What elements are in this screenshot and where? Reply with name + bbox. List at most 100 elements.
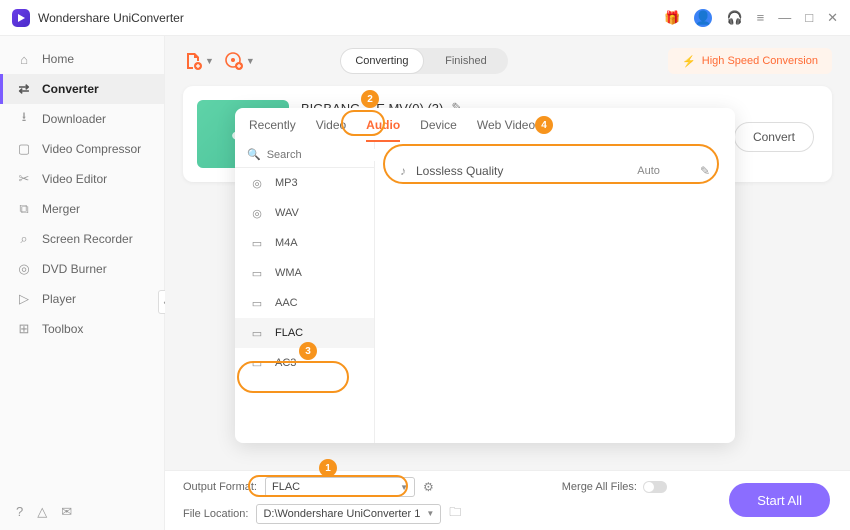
format-list-column: 🔍 ◎MP3 ◎WAV ▭M4A ▭WMA ▭AAC ▭FLAC ▭AC3	[235, 142, 375, 443]
status-segment: Converting Finished	[340, 48, 508, 74]
tab-device[interactable]: Device	[420, 118, 457, 142]
hsc-label: High Speed Conversion	[702, 55, 818, 67]
titlebar: Wondershare UniConverter 🎁 👤 🎧 ≡ — □ ✕	[0, 0, 850, 36]
sidebar-item-merger[interactable]: ⧉ Merger	[0, 194, 164, 224]
annotation-marker-1: 1	[319, 459, 337, 477]
sidebar-item-label: Merger	[42, 202, 80, 216]
support-icon[interactable]: 🎧	[726, 10, 742, 26]
file-location-dropdown[interactable]: D:\Wondershare UniConverter 1 ▼	[256, 504, 441, 524]
home-icon: ⌂	[16, 52, 32, 67]
sidebar: ⌂ Home ⇄ Converter ⭳ Downloader ▢ Video Comp…	[0, 36, 165, 530]
annotation-ring-2	[341, 110, 385, 136]
annotation-marker-3: 3	[299, 342, 317, 360]
sidebar-item-downloader[interactable]: ⭳ Downloader	[0, 104, 164, 134]
merge-row: Merge All Files:	[562, 481, 667, 493]
output-format-label: Output Format:	[183, 481, 257, 493]
toolbar: ▼ ▼ Converting Finished ⚡ High Speed Con…	[165, 36, 850, 86]
merger-icon: ⧉	[16, 201, 32, 217]
window-maximize[interactable]: □	[805, 10, 813, 25]
add-dvd-icon	[224, 51, 244, 71]
titlebar-actions: 🎁 👤 🎧 ≡ — □ ✕	[664, 9, 838, 27]
app-logo	[12, 9, 30, 27]
sidebar-item-label: Converter	[42, 82, 99, 96]
sidebar-item-screen-recorder[interactable]: ⌕ Screen Recorder	[0, 224, 164, 254]
sidebar-item-home[interactable]: ⌂ Home	[0, 44, 164, 74]
search-icon: 🔍	[247, 148, 261, 161]
sidebar-item-label: DVD Burner	[42, 262, 107, 276]
format-icon: ▭	[249, 236, 265, 250]
tab-web-video[interactable]: Web Video	[477, 118, 535, 142]
bottom-bar: Output Format: FLAC ▼ ⚙ Merge All Files:…	[165, 470, 850, 530]
app-title: Wondershare UniConverter	[38, 11, 184, 25]
annotation-marker-2: 2	[361, 90, 379, 108]
sidebar-item-label: Player	[42, 292, 76, 306]
compressor-icon: ▢	[16, 141, 32, 157]
recorder-icon: ⌕	[16, 231, 32, 247]
format-icon: ▭	[249, 266, 265, 280]
chevron-down-icon: ▼	[246, 56, 255, 66]
open-folder-icon[interactable]: 🗀	[449, 503, 461, 524]
sidebar-item-toolbox[interactable]: ⊞ Toolbox	[0, 314, 164, 344]
downloader-icon: ⭳	[16, 108, 32, 130]
format-icon: ▭	[249, 296, 265, 310]
sidebar-footer: ? △ ✉	[0, 494, 164, 530]
add-file-button[interactable]: ▼	[183, 51, 214, 71]
sidebar-item-player[interactable]: ▷Player	[0, 284, 164, 314]
sidebar-item-label: Video Compressor	[42, 142, 141, 156]
add-file-icon	[183, 51, 203, 71]
window-minimize[interactable]: —	[778, 10, 791, 25]
gift-icon[interactable]: 🎁	[664, 10, 680, 26]
quality-column: ♪ Lossless Quality Auto ✎	[375, 142, 735, 443]
file-location-label: File Location:	[183, 508, 248, 520]
editor-icon: ✂	[16, 171, 32, 187]
bolt-icon: ⚡	[682, 55, 696, 68]
format-icon: ◎	[249, 206, 265, 220]
sidebar-item-converter[interactable]: ⇄ Converter	[0, 74, 164, 104]
notifications-icon[interactable]: △	[37, 504, 47, 520]
file-location-value: D:\Wondershare UniConverter 1	[263, 508, 420, 520]
format-mp3[interactable]: ◎MP3	[235, 168, 374, 198]
main-area: ▼ ▼ Converting Finished ⚡ High Speed Con…	[165, 36, 850, 530]
content-area: BIGBANG - E MV(0) (3) ✎ ✂ ▢ Convert Rece…	[165, 86, 850, 470]
settings-icon[interactable]: ⚙	[423, 480, 434, 494]
chevron-down-icon: ▼	[426, 509, 434, 518]
start-all-button[interactable]: Start All	[729, 483, 830, 517]
chevron-down-icon: ▼	[205, 56, 214, 66]
tab-converting[interactable]: Converting	[340, 48, 424, 74]
sidebar-item-label: Home	[42, 52, 74, 66]
toolbox-icon: ⊞	[16, 321, 32, 337]
format-wav[interactable]: ◎WAV	[235, 198, 374, 228]
format-icon: ◎	[249, 176, 265, 190]
format-wma[interactable]: ▭WMA	[235, 258, 374, 288]
sidebar-item-label: Screen Recorder	[42, 232, 133, 246]
window-close[interactable]: ✕	[827, 10, 838, 26]
sidebar-item-label: Video Editor	[42, 172, 107, 186]
tab-recently[interactable]: Recently	[249, 118, 296, 142]
annotation-ring-1	[248, 475, 408, 497]
sidebar-item-video-compressor[interactable]: ▢ Video Compressor	[0, 134, 164, 164]
format-aac[interactable]: ▭AAC	[235, 288, 374, 318]
format-m4a[interactable]: ▭M4A	[235, 228, 374, 258]
menu-icon[interactable]: ≡	[757, 10, 765, 25]
avatar[interactable]: 👤	[694, 9, 712, 27]
sidebar-item-video-editor[interactable]: ✂ Video Editor	[0, 164, 164, 194]
annotation-ring-3	[237, 361, 349, 393]
sidebar-item-dvd-burner[interactable]: ◎ DVD Burner	[0, 254, 164, 284]
converter-icon: ⇄	[16, 81, 32, 97]
annotation-ring-4	[383, 144, 719, 184]
format-icon: ▭	[249, 326, 265, 340]
format-list: ◎MP3 ◎WAV ▭M4A ▭WMA ▭AAC ▭FLAC ▭AC3	[235, 168, 374, 443]
help-icon[interactable]: ?	[16, 504, 23, 520]
merge-toggle[interactable]	[643, 481, 667, 493]
add-dvd-button[interactable]: ▼	[224, 51, 255, 71]
annotation-marker-4: 4	[535, 116, 553, 134]
sidebar-item-label: Downloader	[42, 112, 106, 126]
format-search: 🔍	[235, 142, 374, 168]
tab-finished[interactable]: Finished	[424, 48, 508, 74]
panel-tabs: Recently Video Audio Device Web Video	[235, 108, 735, 142]
dvd-icon: ◎	[16, 261, 32, 277]
high-speed-conversion-button[interactable]: ⚡ High Speed Conversion	[668, 48, 832, 74]
sidebar-item-label: Toolbox	[42, 322, 83, 336]
feedback-icon[interactable]: ✉	[61, 504, 72, 520]
convert-button[interactable]: Convert	[734, 122, 814, 152]
